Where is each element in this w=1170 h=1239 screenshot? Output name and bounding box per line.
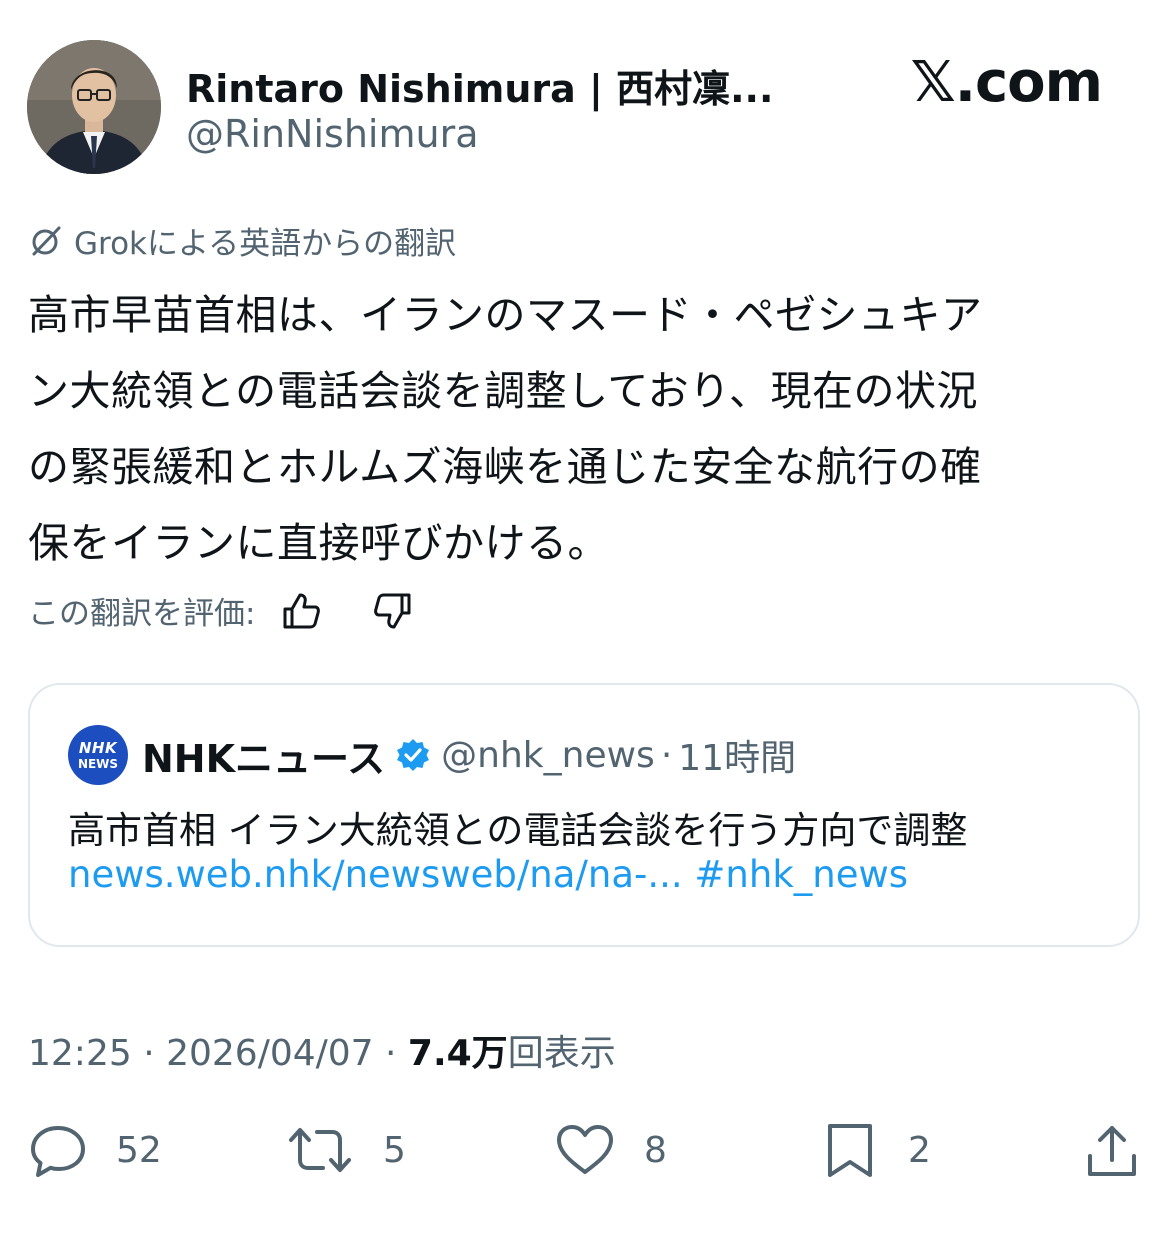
quoted-post-card[interactable]: NHK NEWS NHKニュース @nhk_news · 11時間 高市首相 イ… xyxy=(28,683,1140,947)
hashtag-link[interactable]: #nhk_news xyxy=(694,853,908,896)
author-avatar[interactable] xyxy=(27,40,161,174)
repost-button[interactable]: 5 xyxy=(285,1118,406,1182)
share-button[interactable] xyxy=(1082,1118,1142,1182)
verified-badge-icon xyxy=(395,737,431,773)
rate-translation-row: この翻訳を評価: xyxy=(28,588,415,633)
like-icon xyxy=(554,1120,616,1180)
bookmark-icon xyxy=(820,1120,880,1180)
share-icon xyxy=(1082,1120,1142,1180)
quoted-post-time[interactable]: 11時間 xyxy=(678,729,796,781)
like-button[interactable]: 8 xyxy=(554,1118,667,1182)
translation-note-text: Grokによる英語からの翻訳 xyxy=(74,226,457,262)
repost-count: 5 xyxy=(383,1129,406,1171)
like-count: 8 xyxy=(644,1129,667,1171)
repost-icon xyxy=(285,1120,355,1180)
author-display-name[interactable]: Rintaro Nishimura | 西村凜... xyxy=(186,58,773,113)
author-handle[interactable]: @RinNishimura xyxy=(186,112,478,156)
rate-translation-label: この翻訳を評価: xyxy=(28,596,256,632)
bookmark-button[interactable]: 2 xyxy=(820,1118,931,1182)
nhk-logo-subtext: NEWS xyxy=(77,756,119,771)
quoted-post-text: 高市首相 イラン大統領との電話会談を行う方向で調整 xyxy=(68,809,968,852)
views-label: 回表示 xyxy=(507,1033,616,1074)
post-line: 保をイランに直接呼びかける。 xyxy=(28,519,609,567)
thumbs-down-icon[interactable] xyxy=(371,589,415,633)
nhk-logo-text: NHK xyxy=(78,738,118,757)
views-count: 7.4万 xyxy=(407,1033,508,1074)
thumbs-up-icon[interactable] xyxy=(279,589,323,633)
post-body: 高市早苗首相は、イランのマスード・ペゼシュキア ン大統領との電話会談を調整してお… xyxy=(28,277,1138,581)
quoted-post-header: NHK NEWS NHKニュース @nhk_news · 11時間 xyxy=(68,725,796,785)
quoted-post-links: news.web.nhk/newsweb/na/na-... #nhk_news xyxy=(68,853,908,896)
bookmark-count: 2 xyxy=(908,1129,931,1171)
x-com-brand: 𝕏.com xyxy=(910,50,1103,115)
separator-dot: · xyxy=(660,734,673,776)
post-meta: 12:25 · 2026/04/07 · 7.4万回表示 xyxy=(28,1024,616,1076)
article-link[interactable]: news.web.nhk/newsweb/na/na-... xyxy=(68,853,683,896)
post-line: 高市早苗首相は、イランのマスード・ペゼシュキア xyxy=(28,291,983,339)
post-line: の緊張緩和とホルムズ海峡を通じた安全な航行の確 xyxy=(28,443,982,491)
reply-icon xyxy=(28,1120,88,1180)
post-line: ン大統領との電話会談を調整しており、現在の状況 xyxy=(28,367,978,415)
reply-count: 52 xyxy=(116,1129,162,1171)
translation-note: Grokによる英語からの翻訳 xyxy=(28,218,456,263)
nhk-news-logo[interactable]: NHK NEWS xyxy=(68,725,128,785)
reply-button[interactable]: 52 xyxy=(28,1118,162,1182)
grok-icon xyxy=(28,223,64,259)
post-timestamp[interactable]: 12:25 · 2026/04/07 · xyxy=(28,1033,408,1074)
quoted-author-name[interactable]: NHKニュース xyxy=(142,728,385,783)
quoted-author-handle[interactable]: @nhk_news xyxy=(441,735,655,776)
